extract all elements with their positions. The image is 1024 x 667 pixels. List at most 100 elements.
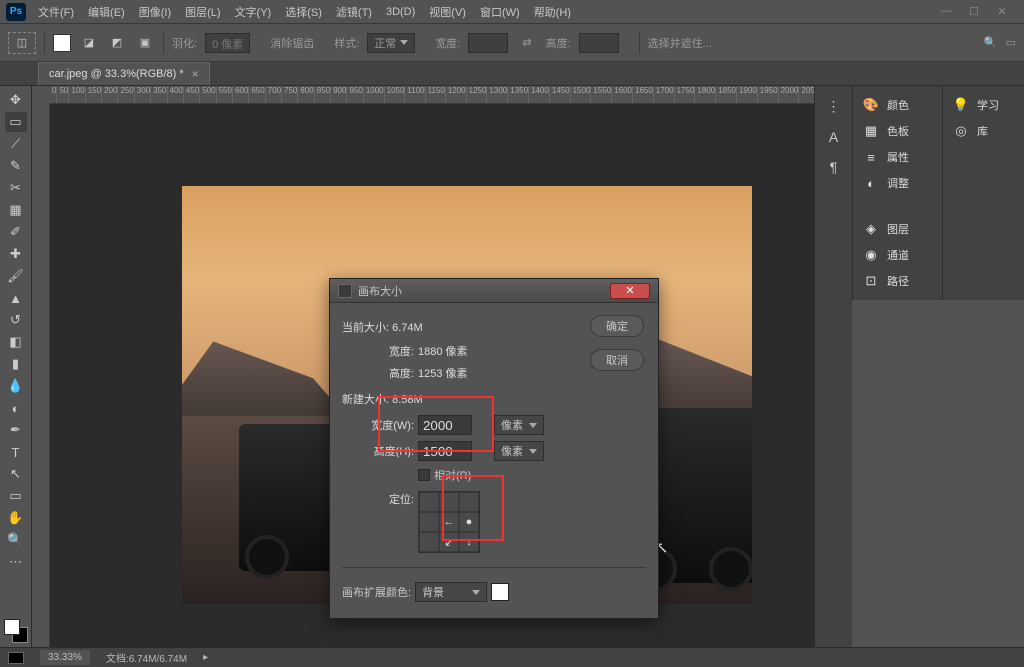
menu-3d[interactable]: 3D(D) xyxy=(380,3,421,21)
width-input[interactable] xyxy=(418,415,472,435)
canvas-area[interactable]: 0501001502002503003504004505005506006507… xyxy=(32,86,814,647)
sel-intersect-icon[interactable]: ▣ xyxy=(135,33,155,53)
sel-add-icon[interactable]: ◪ xyxy=(79,33,99,53)
maximize-icon[interactable]: ☐ xyxy=(966,5,982,18)
cur-height-label: 高度: xyxy=(342,365,414,381)
menu-type[interactable]: 文字(Y) xyxy=(229,1,278,23)
lasso-tool[interactable]: ⟋ xyxy=(5,134,27,154)
menu-view[interactable]: 视图(V) xyxy=(423,1,472,23)
ext-color-swatch[interactable] xyxy=(491,583,509,601)
crop-tool[interactable]: ✂ xyxy=(5,178,27,198)
close-icon[interactable]: ✕ xyxy=(994,5,1010,18)
menu-select[interactable]: 选择(S) xyxy=(279,1,328,23)
relative-checkbox[interactable] xyxy=(418,469,430,481)
type-tool[interactable]: T xyxy=(5,442,27,462)
layers-icon: ◈ xyxy=(863,221,879,237)
select-mask-button[interactable]: 选择并遮住... xyxy=(648,35,712,51)
anchor-grid[interactable]: ←● ↙↓ xyxy=(418,491,480,553)
learn-panel-button[interactable]: 💡学习 xyxy=(943,92,1024,118)
hand-tool[interactable]: ✋ xyxy=(5,508,27,528)
menu-filter[interactable]: 滤镜(T) xyxy=(330,1,378,23)
menu-window[interactable]: 窗口(W) xyxy=(474,1,526,23)
dialog-titlebar[interactable]: 画布大小 ✕ xyxy=(330,279,658,303)
library-panel-button[interactable]: ◎库 xyxy=(943,118,1024,144)
eyedropper-tool[interactable]: ✐ xyxy=(5,222,27,242)
zoom-tool[interactable]: 🔍 xyxy=(5,530,27,550)
tool-preset-marquee[interactable]: ◫ xyxy=(8,32,36,54)
swap-wh-icon[interactable]: ⇄ xyxy=(522,36,531,49)
paragraph-icon[interactable]: ¶ xyxy=(830,159,838,175)
color-panel-group: 🎨颜色 ▦色板 ≡属性 ◐调整 ◈图层 ◉通道 ⊡路径 xyxy=(852,86,942,300)
marquee-tool[interactable]: ▭ xyxy=(5,112,27,132)
height-input[interactable] xyxy=(579,33,619,53)
new-size-value: 8.58M xyxy=(392,394,423,406)
ps-logo: Ps xyxy=(6,3,26,21)
swatches-panel-button[interactable]: ▦色板 xyxy=(853,118,942,144)
blur-tool[interactable]: 💧 xyxy=(5,376,27,396)
sel-subtract-icon[interactable]: ◩ xyxy=(107,33,127,53)
search-icon[interactable]: 🔍 xyxy=(984,36,998,49)
width-unit-dropdown[interactable]: 像素 xyxy=(494,415,544,435)
ruler-corner xyxy=(32,86,50,104)
cur-width-value: 1880 像素 xyxy=(418,343,468,359)
swatches-icon: ▦ xyxy=(863,123,879,139)
menu-edit[interactable]: 编辑(E) xyxy=(82,1,131,23)
layers-panel-button[interactable]: ◈图层 xyxy=(853,216,942,242)
bulb-icon: 💡 xyxy=(953,97,969,113)
character-panel-icon[interactable]: A xyxy=(829,129,838,145)
workspace-icon[interactable]: ▭ xyxy=(1006,36,1016,49)
shape-tool[interactable]: ▭ xyxy=(5,486,27,506)
feather-input[interactable]: 0 像素 xyxy=(205,33,250,53)
zoom-level[interactable]: 33.33% xyxy=(40,650,90,665)
move-tool[interactable]: ✥ xyxy=(5,90,27,110)
menu-help[interactable]: 帮助(H) xyxy=(528,1,577,23)
adjustments-icon: ◐ xyxy=(863,175,879,191)
menu-file[interactable]: 文件(F) xyxy=(32,1,80,23)
height-unit-dropdown[interactable]: 像素 xyxy=(494,441,544,461)
stamp-tool[interactable]: ▲ xyxy=(5,288,27,308)
menu-image[interactable]: 图像(I) xyxy=(133,1,177,23)
width-input[interactable] xyxy=(468,33,508,53)
minimize-icon[interactable]: — xyxy=(938,5,954,18)
properties-panel-button[interactable]: ≡属性 xyxy=(853,144,942,170)
gradient-tool[interactable]: ▮ xyxy=(5,354,27,374)
antialias-label: 消除锯齿 xyxy=(270,35,314,51)
edit-toolbar[interactable]: ⋯ xyxy=(5,552,27,572)
document-tab[interactable]: car.jpeg @ 33.3%(RGB/8) * × xyxy=(38,62,210,85)
cancel-button[interactable]: 取消 xyxy=(590,349,644,371)
brush-tool[interactable]: 🖌 xyxy=(5,266,27,286)
eraser-tool[interactable]: ◧ xyxy=(5,332,27,352)
menu-layer[interactable]: 图层(L) xyxy=(179,1,226,23)
status-swatch xyxy=(8,652,24,664)
feather-label: 羽化: xyxy=(172,35,197,51)
adjustments-panel-button[interactable]: ◐调整 xyxy=(853,170,942,196)
color-swatches[interactable] xyxy=(4,619,28,643)
quick-select-tool[interactable]: ✎ xyxy=(5,156,27,176)
color-panel-button[interactable]: 🎨颜色 xyxy=(853,92,942,118)
paragraph-panel-icon[interactable]: ⋮ xyxy=(827,98,841,115)
dialog-icon xyxy=(338,284,352,298)
paths-panel-button[interactable]: ⊡路径 xyxy=(853,268,942,294)
path-select-tool[interactable]: ↖ xyxy=(5,464,27,484)
frame-tool[interactable]: ▦ xyxy=(5,200,27,220)
channels-panel-button[interactable]: ◉通道 xyxy=(853,242,942,268)
doc-info-arrow-icon[interactable]: ▸ xyxy=(203,652,208,663)
ok-button[interactable]: 确定 xyxy=(590,315,644,337)
learn-panel-group: 💡学习 ◎库 xyxy=(942,86,1024,300)
document-tab-title: car.jpeg @ 33.3%(RGB/8) * xyxy=(49,68,184,80)
doc-info[interactable]: 文档:6.74M/6.74M xyxy=(106,650,187,665)
pen-tool[interactable]: ✒ xyxy=(5,420,27,440)
dialog-title: 画布大小 xyxy=(358,283,402,299)
dialog-close-button[interactable]: ✕ xyxy=(610,283,650,299)
heal-tool[interactable]: ✚ xyxy=(5,244,27,264)
height-input[interactable] xyxy=(418,441,472,461)
foreground-color[interactable] xyxy=(4,619,20,635)
ext-color-dropdown[interactable]: 背景 xyxy=(415,582,487,602)
history-brush-tool[interactable]: ↺ xyxy=(5,310,27,330)
sel-new-icon[interactable] xyxy=(53,34,71,52)
style-dropdown[interactable]: 正常 xyxy=(367,33,415,53)
ruler-vertical xyxy=(32,104,50,647)
dodge-tool[interactable]: ◐ xyxy=(5,398,27,418)
tab-close-icon[interactable]: × xyxy=(192,67,199,81)
status-bar: 33.33% 文档:6.74M/6.74M ▸ xyxy=(0,647,1024,667)
